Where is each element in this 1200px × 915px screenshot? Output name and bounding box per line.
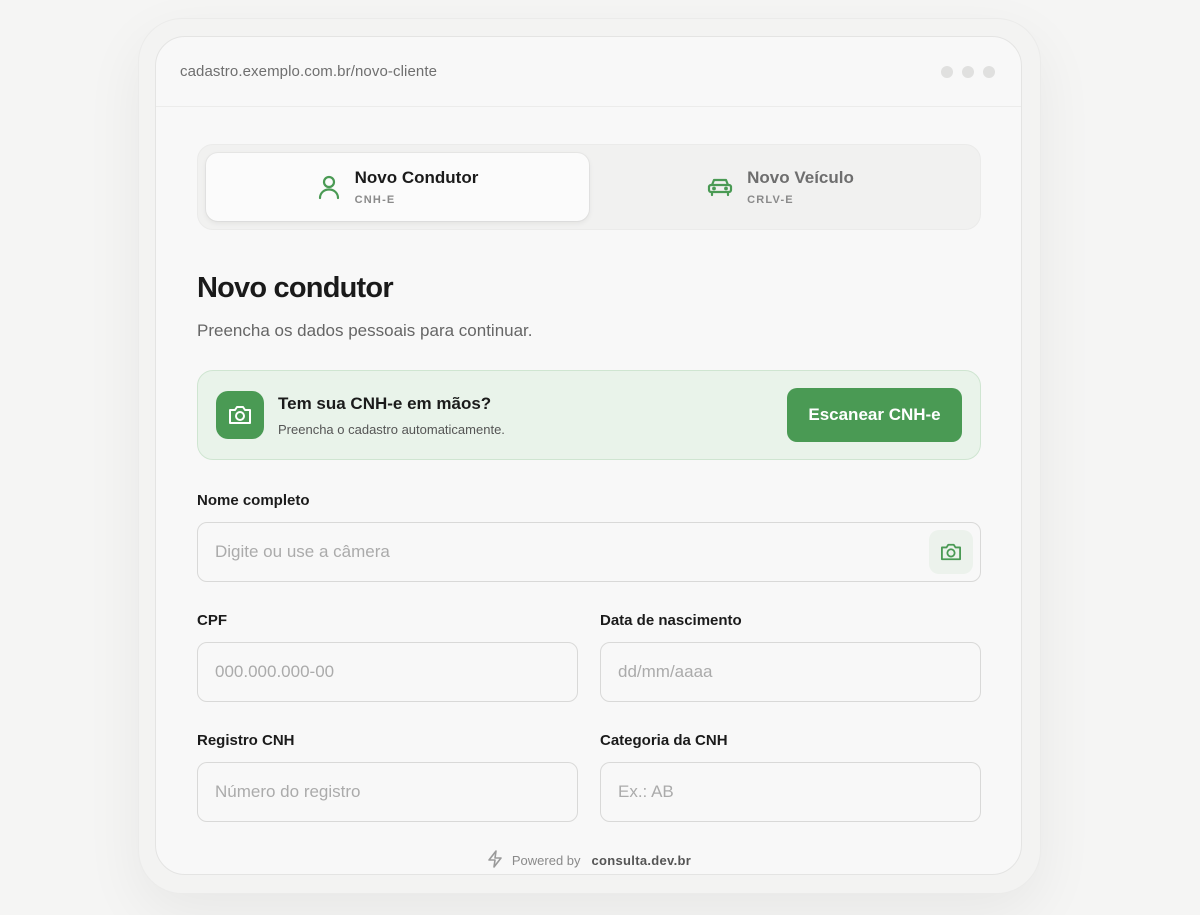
scan-subtitle: Preencha o cadastro automaticamente. bbox=[278, 421, 505, 437]
lightning-icon bbox=[487, 850, 503, 871]
full-name-label: Nome completo bbox=[197, 492, 310, 509]
cnh-registry-group: Registro CNH bbox=[197, 732, 578, 822]
main-content: Novo Condutor CNH-E Novo Veículo CRLV-E … bbox=[197, 144, 981, 871]
cpf-label: CPF bbox=[197, 612, 227, 629]
user-icon bbox=[317, 174, 341, 200]
dot-icon bbox=[983, 65, 995, 78]
cnh-category-label: Categoria da CNH bbox=[600, 732, 728, 749]
cnh-registry-label: Registro CNH bbox=[197, 732, 295, 749]
scan-banner: Tem sua CNH-e em mãos? Preencha o cadast… bbox=[197, 370, 981, 460]
camera-icon[interactable] bbox=[929, 530, 973, 574]
cpf-group: CPF bbox=[197, 612, 578, 702]
tab-novo-veiculo[interactable]: Novo Veículo CRLV-E bbox=[589, 153, 972, 221]
cnh-category-input[interactable] bbox=[600, 762, 981, 822]
birth-date-group: Data de nascimento bbox=[600, 612, 981, 702]
cnh-category-group: Categoria da CNH bbox=[600, 732, 981, 822]
cnh-registry-input[interactable] bbox=[197, 762, 578, 822]
page-title: Novo condutor bbox=[197, 272, 394, 304]
dot-icon bbox=[941, 65, 953, 78]
tab-title: Novo Condutor bbox=[354, 168, 479, 187]
tab-title: Novo Veículo bbox=[747, 168, 854, 187]
scan-title: Tem sua CNH-e em mãos? bbox=[278, 393, 492, 413]
url-text[interactable]: cadastro.exemplo.com.br/novo-cliente bbox=[180, 63, 437, 80]
tab-switcher: Novo Condutor CNH-E Novo Veículo CRLV-E bbox=[197, 144, 981, 230]
address-bar: cadastro.exemplo.com.br/novo-cliente bbox=[156, 37, 1021, 107]
car-icon bbox=[707, 176, 733, 198]
full-name-group: Nome completo bbox=[197, 492, 981, 582]
dot-icon bbox=[962, 65, 974, 78]
tab-novo-condutor[interactable]: Novo Condutor CNH-E bbox=[206, 153, 589, 221]
tab-subtitle: CRLV-E bbox=[747, 194, 794, 206]
birth-date-input[interactable] bbox=[600, 642, 981, 702]
page-subtitle: Preencha os dados pessoais para continua… bbox=[197, 321, 533, 340]
camera-icon bbox=[216, 391, 264, 439]
powered-by-brand-link[interactable]: consulta.dev.br bbox=[592, 853, 692, 868]
full-name-input[interactable] bbox=[197, 522, 981, 582]
cpf-input[interactable] bbox=[197, 642, 578, 702]
powered-by-footer: Powered by consulta.dev.br bbox=[197, 850, 981, 871]
birth-date-label: Data de nascimento bbox=[600, 612, 742, 629]
browser-window: cadastro.exemplo.com.br/novo-cliente Nov… bbox=[155, 36, 1022, 875]
scan-cnh-button[interactable]: Escanear CNH-e bbox=[787, 388, 962, 442]
window-menu-dots[interactable] bbox=[941, 65, 995, 78]
tab-subtitle: CNH-E bbox=[354, 194, 396, 206]
powered-by-label: Powered by bbox=[511, 853, 581, 868]
